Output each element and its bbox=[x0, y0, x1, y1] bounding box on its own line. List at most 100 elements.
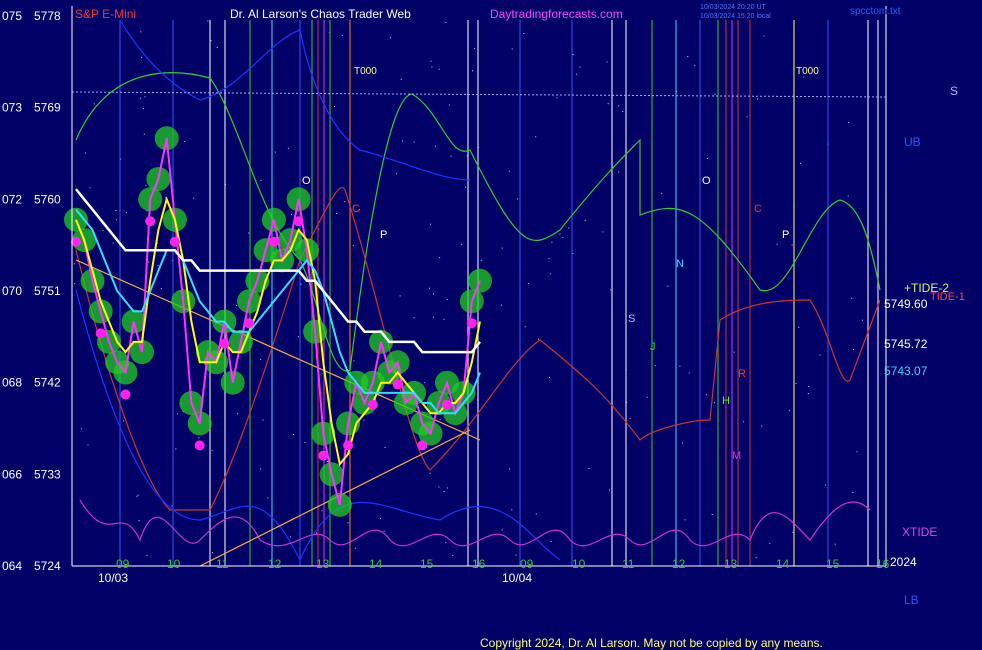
low-dot bbox=[244, 318, 255, 329]
star bbox=[216, 47, 218, 48]
star bbox=[606, 61, 608, 63]
lb-label: LB bbox=[904, 593, 919, 607]
s-label: S bbox=[950, 84, 958, 98]
hour-tick: 10 bbox=[167, 557, 181, 571]
star bbox=[517, 198, 519, 200]
hour-tick: 15 bbox=[826, 557, 840, 571]
star bbox=[622, 111, 624, 112]
star bbox=[260, 359, 262, 361]
star bbox=[193, 197, 195, 199]
star bbox=[396, 173, 398, 175]
star bbox=[402, 140, 403, 142]
star bbox=[445, 22, 447, 23]
star bbox=[84, 152, 86, 154]
star bbox=[433, 293, 434, 295]
star bbox=[184, 140, 186, 142]
marker-o-1: O bbox=[302, 175, 311, 187]
low-dot bbox=[466, 318, 477, 329]
star bbox=[125, 212, 127, 214]
hour-tick: 15 bbox=[420, 557, 434, 571]
star bbox=[93, 103, 95, 105]
star bbox=[556, 97, 558, 99]
star bbox=[431, 66, 433, 68]
star bbox=[549, 273, 551, 275]
low-dot bbox=[417, 440, 428, 451]
star bbox=[856, 451, 858, 453]
star bbox=[761, 425, 763, 427]
star bbox=[363, 419, 365, 421]
star bbox=[424, 382, 426, 384]
star bbox=[501, 529, 503, 531]
star bbox=[74, 263, 75, 265]
star bbox=[389, 37, 391, 39]
star bbox=[795, 382, 797, 384]
price-value-2: 5745.72 bbox=[884, 337, 928, 351]
star bbox=[688, 372, 690, 374]
star bbox=[171, 505, 173, 507]
y-tick-left: 064 bbox=[2, 559, 22, 573]
star bbox=[824, 484, 826, 486]
ub-label: UB bbox=[904, 135, 921, 149]
star bbox=[429, 287, 430, 289]
star bbox=[439, 419, 441, 420]
site-link[interactable]: Daytradingforecasts.com bbox=[490, 7, 623, 21]
star bbox=[274, 151, 276, 153]
low-dot bbox=[367, 399, 378, 410]
star bbox=[74, 283, 76, 285]
star bbox=[788, 409, 790, 411]
star bbox=[551, 241, 553, 243]
low-dot bbox=[120, 389, 131, 400]
star bbox=[207, 20, 209, 22]
star bbox=[679, 365, 681, 367]
marker-t000-2: T000 bbox=[796, 66, 819, 77]
low-dot bbox=[95, 328, 106, 339]
marker-s: S bbox=[628, 313, 635, 325]
star bbox=[443, 491, 445, 492]
star bbox=[852, 349, 854, 350]
star bbox=[160, 288, 162, 290]
star bbox=[575, 73, 577, 75]
star bbox=[450, 155, 452, 157]
star bbox=[694, 65, 696, 67]
star bbox=[334, 106, 335, 107]
star bbox=[210, 40, 212, 42]
star bbox=[746, 116, 748, 118]
star bbox=[769, 542, 771, 544]
star bbox=[584, 220, 586, 222]
star bbox=[524, 326, 526, 328]
hour-tick: 10 bbox=[572, 557, 586, 571]
marker-c-2: C bbox=[754, 203, 762, 215]
star bbox=[438, 68, 440, 70]
low-dot bbox=[392, 379, 403, 390]
star bbox=[384, 447, 386, 448]
star bbox=[380, 518, 381, 520]
star bbox=[684, 519, 686, 521]
star bbox=[501, 247, 503, 249]
timestamp-ut: 10/03/2024 20:20 UT bbox=[700, 4, 766, 11]
star bbox=[511, 48, 513, 50]
y-tick-left: 075 bbox=[2, 9, 22, 23]
price-value-3: 5743.07 bbox=[884, 364, 928, 378]
star bbox=[399, 295, 401, 297]
star bbox=[711, 514, 713, 515]
hour-tick: 13 bbox=[724, 557, 738, 571]
star bbox=[629, 418, 631, 420]
star bbox=[687, 56, 689, 57]
star bbox=[140, 97, 142, 99]
star bbox=[798, 326, 800, 328]
star bbox=[439, 257, 441, 259]
instrument-label: S&P E-Mini bbox=[75, 7, 136, 21]
y-tick-left: 073 bbox=[2, 101, 22, 115]
star bbox=[847, 195, 849, 197]
star bbox=[763, 35, 765, 37]
star bbox=[682, 442, 683, 444]
star bbox=[341, 34, 343, 36]
star bbox=[618, 171, 620, 173]
star bbox=[438, 486, 440, 488]
marker-o-2: O bbox=[702, 175, 711, 187]
y-tick-price: 5742 bbox=[34, 376, 61, 390]
star bbox=[327, 461, 328, 463]
hour-tick: 11 bbox=[622, 557, 635, 571]
star bbox=[262, 419, 264, 421]
y-tick-price: 5751 bbox=[34, 284, 61, 298]
